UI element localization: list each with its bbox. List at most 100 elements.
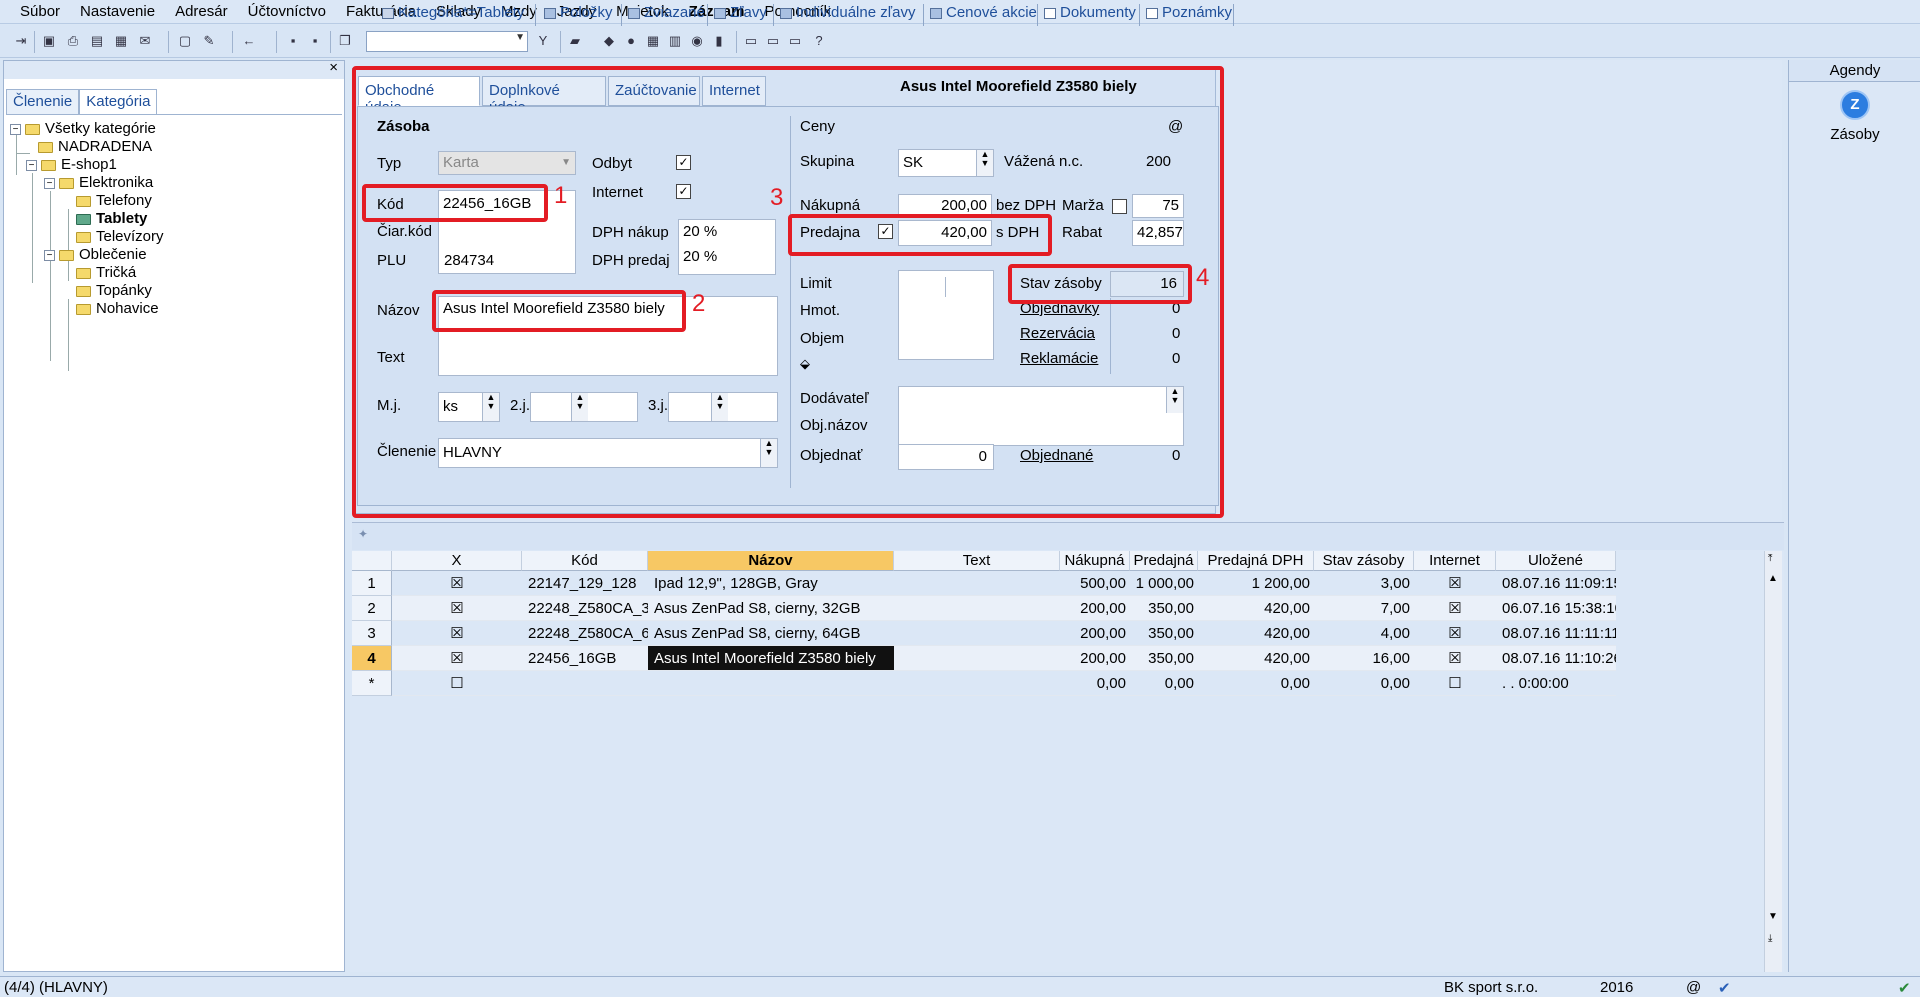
copy-icon[interactable]: ❐: [336, 32, 354, 50]
status-at-icon[interactable]: @: [1686, 979, 1701, 996]
menu-uctovnictvo[interactable]: Účtovníctvo: [238, 3, 336, 20]
menu-nastavenie[interactable]: Nastavenie: [70, 3, 165, 20]
menu-subor[interactable]: Súbor: [10, 3, 70, 20]
cell-predajna[interactable]: 350,00: [1130, 646, 1198, 671]
cell-nazov[interactable]: Ipad 12,9", 128GB, Gray: [648, 571, 894, 596]
save-all-icon[interactable]: ▪: [306, 32, 324, 50]
cell-nakupna[interactable]: 200,00: [1060, 596, 1130, 621]
col-x[interactable]: X: [392, 551, 522, 571]
cell-ulozene[interactable]: 08.07.16 11:11:11: [1496, 621, 1616, 646]
row-header[interactable]: 3: [352, 621, 392, 646]
cell-internet[interactable]: ☐: [1414, 671, 1496, 696]
tab-zlavy[interactable]: Zľavy: [710, 4, 774, 26]
cell-ulozene[interactable]: 08.07.16 11:09:15: [1496, 571, 1616, 596]
col-nazov[interactable]: Názov: [648, 551, 894, 571]
exit-icon[interactable]: ⇥: [12, 32, 30, 50]
cell-x[interactable]: ☒: [392, 571, 522, 596]
collapse-icon[interactable]: −: [10, 123, 21, 135]
tree-node-elektronika[interactable]: − Elektronika: [44, 173, 153, 193]
calculator-icon[interactable]: ▥: [666, 32, 684, 50]
export-icon[interactable]: ▦: [112, 32, 130, 50]
cell-predajna[interactable]: 350,00: [1130, 596, 1198, 621]
tree-node-topanky[interactable]: Topánky: [76, 281, 152, 301]
cell-nazov[interactable]: Asus Intel Moorefield Z3580 biely: [648, 646, 894, 671]
cell-stav[interactable]: 3,00: [1314, 571, 1414, 596]
scroll-down-icon[interactable]: ▼: [1768, 911, 1778, 922]
cell-nakupna[interactable]: 0,00: [1060, 671, 1130, 696]
cell-stav[interactable]: 0,00: [1314, 671, 1414, 696]
cell-predajna[interactable]: 350,00: [1130, 621, 1198, 646]
col-text[interactable]: Text: [894, 551, 1060, 571]
cell-nazov[interactable]: [648, 671, 894, 696]
vertical-scrollbar[interactable]: ⤒ ▲ ▼ ⤓: [1764, 551, 1782, 972]
cell-kod[interactable]: 22248_Z580CA_3: [522, 596, 648, 621]
filter-combo[interactable]: ▼: [366, 31, 528, 52]
tree-node-tricka[interactable]: Tričká: [76, 263, 136, 283]
link-icon[interactable]: ◆: [600, 32, 618, 50]
col-nakupna[interactable]: Nákupná: [1060, 551, 1130, 571]
cell-predajna_dph[interactable]: 420,00: [1198, 646, 1314, 671]
cell-text[interactable]: [894, 671, 1060, 696]
cell-stav[interactable]: 16,00: [1314, 646, 1414, 671]
cell-stav[interactable]: 7,00: [1314, 596, 1414, 621]
col-predajna-dph[interactable]: Predajná DPH: [1198, 551, 1314, 571]
save-icon[interactable]: ▪: [284, 32, 302, 50]
cell-x[interactable]: ☒: [392, 596, 522, 621]
edit-icon[interactable]: ✎: [200, 32, 218, 50]
tab-dokumenty[interactable]: Dokumenty: [1040, 4, 1140, 26]
cell-internet[interactable]: ☒: [1414, 596, 1496, 621]
tab-cenove-akcie[interactable]: Cenové akcie: [926, 4, 1038, 26]
coins-icon[interactable]: ◉: [688, 32, 706, 50]
zasoby-icon[interactable]: Z: [1840, 90, 1870, 120]
cell-nazov[interactable]: Asus ZenPad S8, cierny, 64GB: [648, 621, 894, 646]
cell-predajna_dph[interactable]: 0,00: [1198, 671, 1314, 696]
row-header[interactable]: 2: [352, 596, 392, 621]
preview-icon[interactable]: ▤: [88, 32, 106, 50]
globe-icon[interactable]: ●: [622, 32, 640, 50]
cell-kod[interactable]: [522, 671, 648, 696]
cell-ulozene[interactable]: 08.07.16 11:10:26: [1496, 646, 1616, 671]
cell-nakupna[interactable]: 200,00: [1060, 646, 1130, 671]
tree-node-tablety[interactable]: Tablety: [76, 209, 147, 229]
tab-polozky[interactable]: Položky: [540, 4, 622, 26]
cell-internet[interactable]: ☒: [1414, 621, 1496, 646]
row-header[interactable]: *: [352, 671, 392, 696]
collapse-icon[interactable]: −: [26, 159, 37, 171]
cell-nazov[interactable]: Asus ZenPad S8, cierny, 32GB: [648, 596, 894, 621]
col-stav[interactable]: Stav zásoby: [1314, 551, 1414, 571]
scroll-up-icon[interactable]: ▲: [1768, 573, 1778, 584]
cell-ulozene[interactable]: . . 0:00:00: [1496, 671, 1616, 696]
cell-nakupna[interactable]: 500,00: [1060, 571, 1130, 596]
filter-icon[interactable]: Y: [534, 32, 552, 50]
cell-x[interactable]: ☐: [392, 671, 522, 696]
cell-kod[interactable]: 22147_129_128: [522, 571, 648, 596]
row-header[interactable]: 1: [352, 571, 392, 596]
cell-x[interactable]: ☒: [392, 621, 522, 646]
mail-icon[interactable]: ✉: [136, 32, 154, 50]
col-predajna[interactable]: Predajná: [1130, 551, 1198, 571]
cell-kod[interactable]: 22248_Z580CA_6: [522, 621, 648, 646]
cell-kod[interactable]: 22456_16GB: [522, 646, 648, 671]
folder-icon[interactable]: ▰: [566, 32, 584, 50]
cell-predajna_dph[interactable]: 1 200,00: [1198, 571, 1314, 596]
grid-icon[interactable]: ▦: [644, 32, 662, 50]
cell-nakupna[interactable]: 200,00: [1060, 621, 1130, 646]
print-icon[interactable]: ⎙: [64, 32, 82, 50]
cell-ulozene[interactable]: 06.07.16 15:38:10: [1496, 596, 1616, 621]
cell-stav[interactable]: 4,00: [1314, 621, 1414, 646]
cell-predajna[interactable]: 1 000,00: [1130, 571, 1198, 596]
scroll-top-icon[interactable]: ⤒: [1768, 553, 1772, 564]
cell-predajna[interactable]: 0,00: [1130, 671, 1198, 696]
cell-text[interactable]: [894, 646, 1060, 671]
cell-text[interactable]: [894, 596, 1060, 621]
monitor-icon[interactable]: ▭: [786, 32, 804, 50]
cell-predajna_dph[interactable]: 420,00: [1198, 596, 1314, 621]
col-kod[interactable]: Kód: [522, 551, 648, 571]
tree-node-eshop1[interactable]: − E-shop1: [26, 155, 117, 175]
row-header[interactable]: 4: [352, 646, 392, 671]
help-icon[interactable]: ?: [810, 32, 828, 50]
back-icon[interactable]: ←: [240, 32, 258, 50]
tree-node-all[interactable]: − Všetky kategórie: [10, 119, 156, 139]
new-icon[interactable]: ▢: [176, 32, 194, 50]
tab-kategoria[interactable]: Kategória: [79, 89, 158, 115]
